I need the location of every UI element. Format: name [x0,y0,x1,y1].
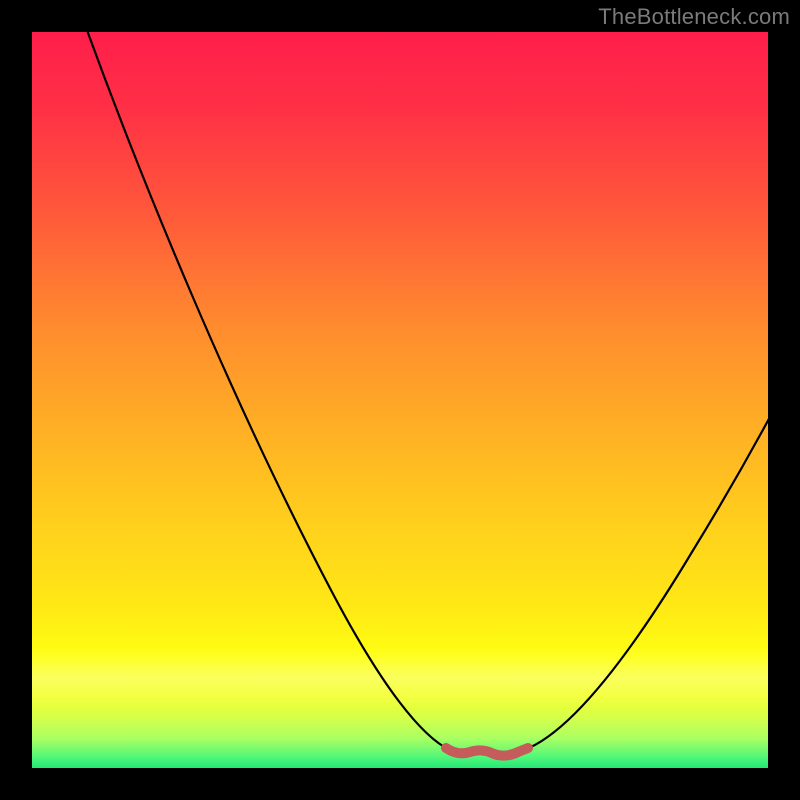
optimum-range-marker [446,748,528,756]
chart-canvas: TheBottleneck.com [0,0,800,800]
bottleneck-curve-right [524,402,768,750]
watermark-text: TheBottleneck.com [598,4,790,30]
bottleneck-curve-svg [32,32,768,768]
plot-area [32,32,768,768]
bottleneck-curve-left [84,32,450,750]
